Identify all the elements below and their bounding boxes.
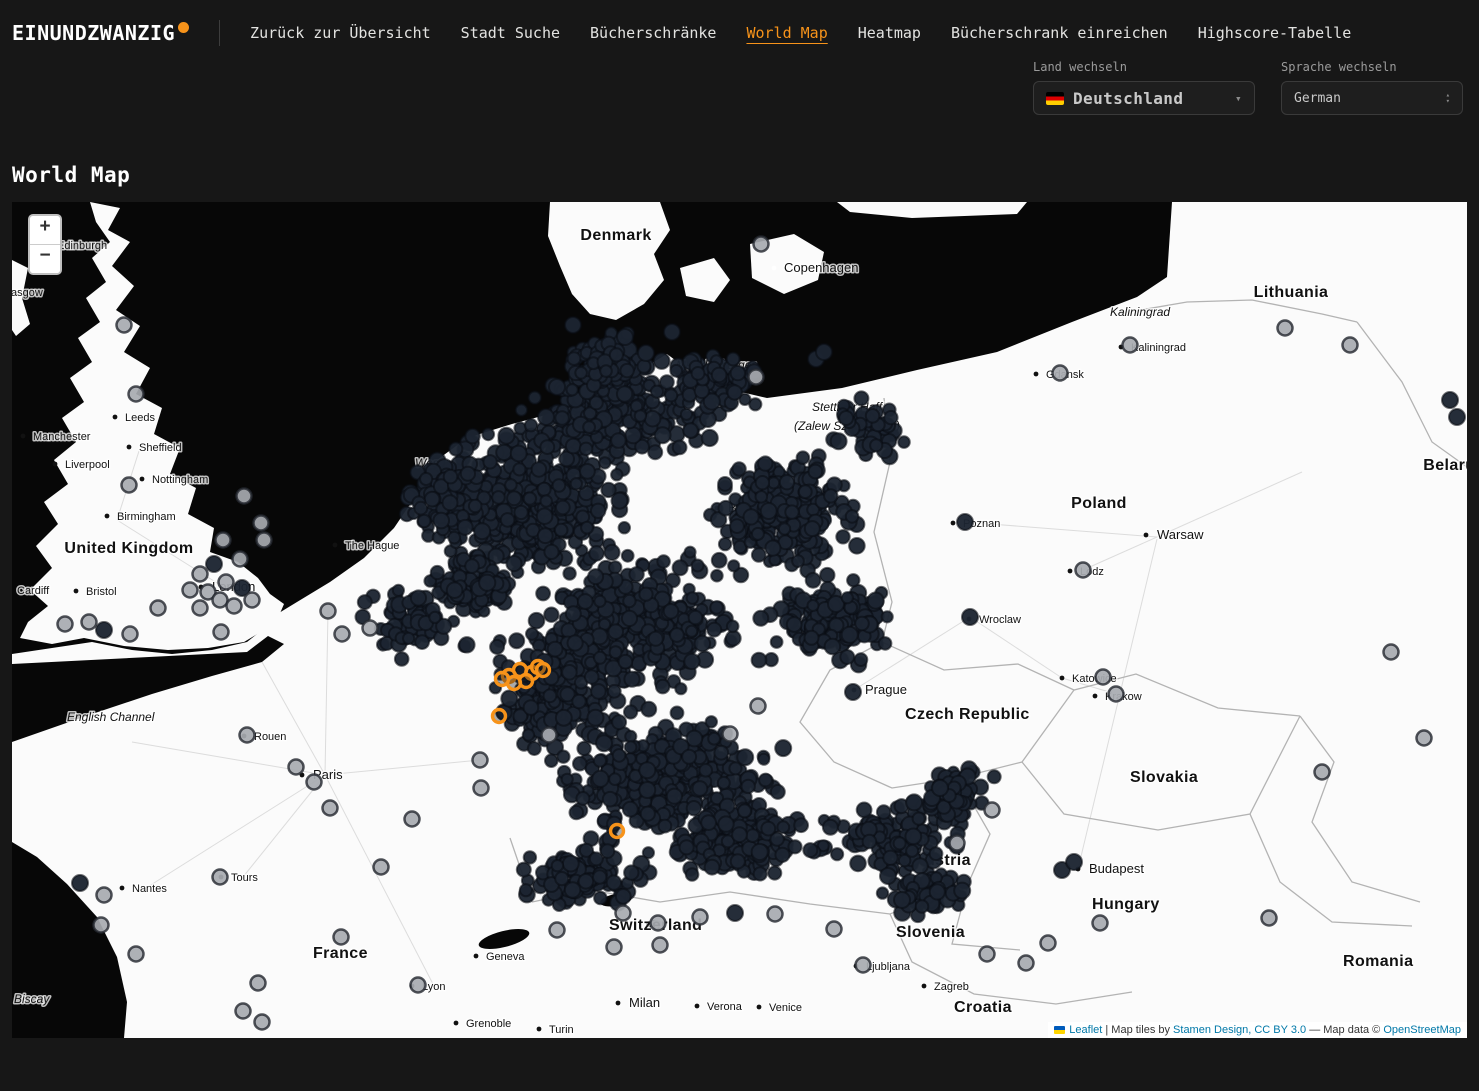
svg-text:United Kingdom: United Kingdom: [64, 540, 193, 557]
svg-text:Grenoble: Grenoble: [466, 1018, 511, 1030]
header-controls: Land wechseln Deutschland ▾ Sprache wech…: [0, 46, 1479, 115]
germany-flag-icon: [1046, 92, 1064, 105]
language-control: Sprache wechseln German ▴▾: [1281, 60, 1463, 115]
country-select-label: Land wechseln: [1033, 60, 1255, 74]
svg-text:Prague: Prague: [865, 682, 907, 697]
svg-text:Liverpool: Liverpool: [65, 459, 110, 471]
ukraine-flag-icon: [1054, 1026, 1065, 1034]
svg-text:Turin: Turin: [549, 1024, 574, 1036]
logo-21-icon: [178, 22, 189, 33]
svg-text:Verona: Verona: [707, 1001, 743, 1013]
world-map[interactable]: Denmark Copenhagen Lithuania Kaliningrad Kal…: [12, 202, 1467, 1038]
attribution-data-prefix: — Map data ©: [1306, 1024, 1383, 1036]
svg-text:Edinburgh: Edinburgh: [57, 240, 107, 252]
nav-buecherschrank-einreichen[interactable]: Bücherschrank einreichen: [951, 24, 1168, 42]
svg-text:Wroclaw: Wroclaw: [979, 614, 1021, 626]
svg-text:Budapest: Budapest: [1089, 861, 1144, 876]
svg-text:Sheffield: Sheffield: [139, 442, 182, 454]
svg-text:Zagreb: Zagreb: [934, 981, 969, 993]
svg-text:Ljubljana: Ljubljana: [866, 961, 911, 973]
svg-text:English Channel: English Channel: [67, 710, 155, 724]
svg-text:Venice: Venice: [769, 1002, 802, 1014]
nav-world-map[interactable]: World Map: [746, 24, 827, 42]
stamen-link[interactable]: Stamen Design, CC BY 3.0: [1173, 1024, 1306, 1036]
svg-text:Warsaw: Warsaw: [1157, 527, 1204, 542]
svg-text:Glasgow: Glasgow: [12, 287, 43, 299]
leaflet-link[interactable]: Leaflet: [1069, 1024, 1102, 1036]
svg-text:Nottingham: Nottingham: [152, 474, 208, 486]
nav-stadt-suche[interactable]: Stadt Suche: [461, 24, 560, 42]
svg-text:The Hague: The Hague: [345, 540, 399, 552]
openstreetmap-link[interactable]: OpenStreetMap: [1383, 1024, 1461, 1036]
svg-text:Milan: Milan: [629, 995, 660, 1010]
zoom-control: + −: [28, 214, 62, 275]
svg-text:Slovenia: Slovenia: [896, 924, 965, 941]
header-divider: [219, 20, 220, 46]
attribution-tiles-prefix: Map tiles by: [1111, 1024, 1173, 1036]
logo[interactable]: EINUNDZWANZIG: [12, 21, 189, 45]
attribution-separator: |: [1102, 1024, 1111, 1036]
svg-text:Kaliningrad: Kaliningrad: [1110, 305, 1170, 319]
page-title: World Map: [12, 163, 1479, 187]
logo-text: EINUNDZWANZIG: [12, 21, 175, 45]
svg-text:Croatia: Croatia: [954, 999, 1012, 1016]
svg-text:Poland: Poland: [1071, 495, 1127, 512]
country-select[interactable]: Deutschland ▾: [1033, 81, 1255, 115]
svg-text:France: France: [313, 945, 368, 962]
nav-buecherschraenke[interactable]: Bücherschränke: [590, 24, 716, 42]
svg-text:Denmark: Denmark: [580, 227, 651, 244]
svg-text:Cardiff: Cardiff: [17, 585, 50, 597]
main-nav: Zurück zur Übersicht Stadt Suche Büchers…: [250, 24, 1351, 42]
nav-highscore-tabelle[interactable]: Highscore-Tabelle: [1198, 24, 1352, 42]
language-select-label: Sprache wechseln: [1281, 60, 1463, 74]
svg-text:Nantes: Nantes: [132, 883, 167, 895]
svg-text:Tours: Tours: [231, 872, 258, 884]
zoom-out-button[interactable]: −: [30, 245, 60, 273]
svg-text:Slovakia: Slovakia: [1130, 769, 1198, 786]
svg-text:Geneva: Geneva: [486, 951, 525, 963]
svg-text:Belarus: Belarus: [1423, 457, 1467, 474]
nav-zurueck-zur-uebersicht[interactable]: Zurück zur Übersicht: [250, 24, 431, 42]
svg-text:Lithuania: Lithuania: [1254, 284, 1329, 301]
svg-text:Manchester: Manchester: [33, 431, 91, 443]
language-select-value: German: [1294, 91, 1341, 106]
header: EINUNDZWANZIG Zurück zur Übersicht Stadt…: [0, 0, 1479, 115]
svg-text:Birmingham: Birmingham: [117, 511, 176, 523]
language-select[interactable]: German ▴▾: [1281, 81, 1463, 115]
svg-text:Romania: Romania: [1343, 953, 1413, 970]
country-select-value: Deutschland: [1073, 89, 1183, 108]
map-attribution: Leaflet | Map tiles by Stamen Design, CC…: [1048, 1022, 1467, 1038]
svg-text:Biscay: Biscay: [14, 992, 50, 1006]
svg-text:Copenhagen: Copenhagen: [784, 260, 858, 275]
svg-text:Czech Republic: Czech Republic: [905, 706, 1030, 723]
chevron-updown-icon: ▴▾: [1446, 92, 1450, 104]
svg-text:Hungary: Hungary: [1092, 896, 1160, 913]
svg-text:Leeds: Leeds: [125, 412, 155, 424]
country-control: Land wechseln Deutschland ▾: [1033, 60, 1255, 115]
chevron-down-icon: ▾: [1235, 93, 1242, 104]
svg-text:Kaliningrad: Kaliningrad: [1131, 342, 1186, 354]
svg-text:Bristol: Bristol: [86, 586, 117, 598]
svg-text:Rouen: Rouen: [254, 731, 286, 743]
zoom-in-button[interactable]: +: [30, 216, 60, 245]
nav-heatmap[interactable]: Heatmap: [858, 24, 921, 42]
